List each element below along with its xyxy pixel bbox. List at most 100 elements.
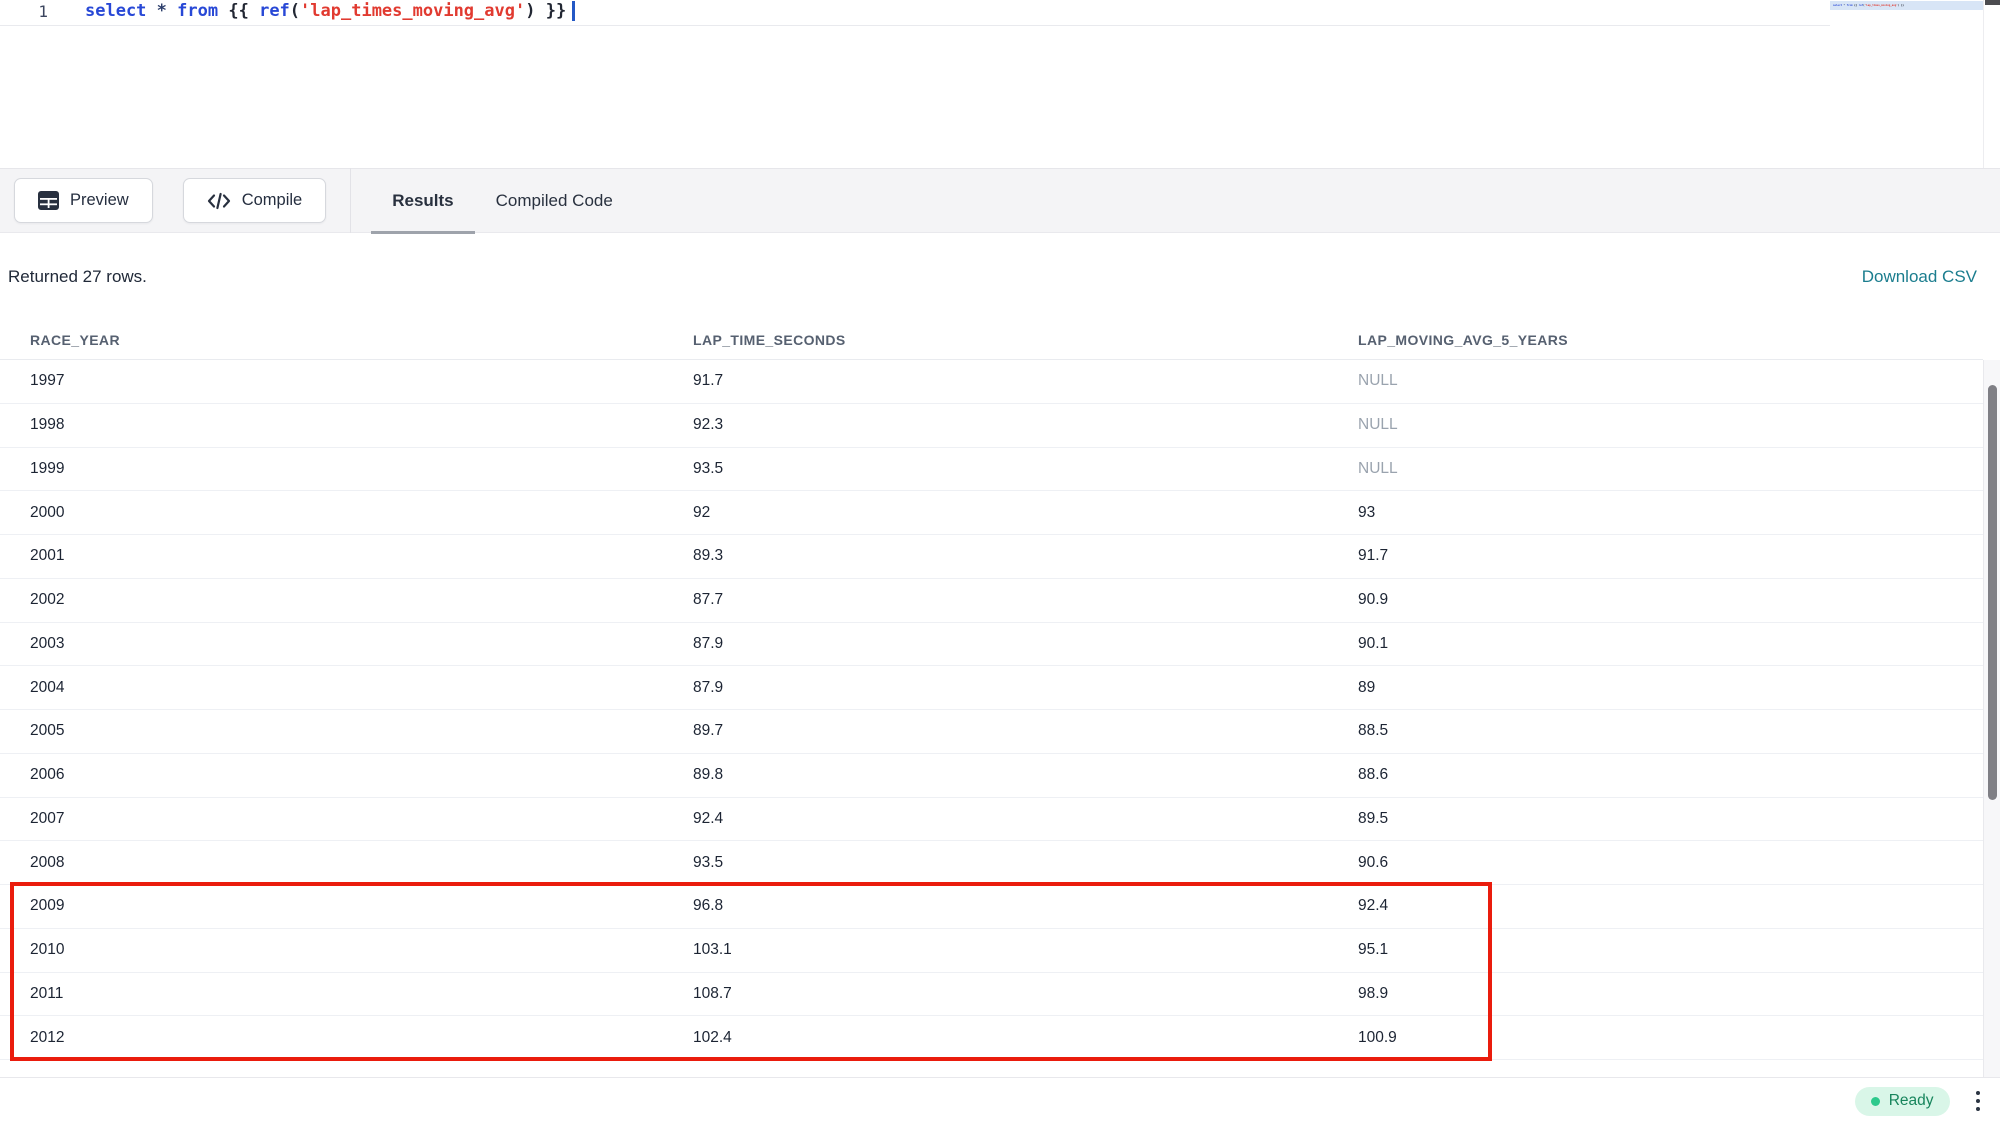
table-row: 2006 89.8 88.6 [0,754,1983,798]
cell-race-year: 2003 [0,635,663,653]
results-toolbar: Preview Compile Results Compiled Code [0,168,2000,233]
cell-lap-moving-avg: NULL [1328,372,1983,390]
cell-race-year: 2009 [0,897,663,915]
cell-race-year: 2011 [0,985,663,1003]
cell-lap-moving-avg: 90.6 [1328,854,1983,872]
status-bar: Ready [0,1077,2000,1124]
cell-lap-time-seconds: 102.4 [663,1029,1328,1047]
cell-lap-moving-avg: NULL [1328,460,1983,478]
tab-results-label: Results [392,191,453,211]
preview-button[interactable]: Preview [14,178,153,223]
table-row: 2004 87.9 89 [0,666,1983,710]
cell-lap-moving-avg: 89 [1328,679,1983,697]
cell-lap-moving-avg: 89.5 [1328,810,1983,828]
table-row: 1997 91.7 NULL [0,360,1983,404]
minimap-active-line: select * from {{ ref('lap_times_moving_a… [1830,1,1983,10]
tab-compiled-code-label: Compiled Code [496,191,613,211]
editor-right-border [1983,0,1984,168]
cell-lap-moving-avg: 90.1 [1328,635,1983,653]
code-content[interactable]: select * from {{ ref('lap_times_moving_a… [85,1,575,21]
cell-lap-time-seconds: 92.4 [663,810,1328,828]
editor-active-line[interactable]: 1 select * from {{ ref('lap_times_moving… [0,0,1830,26]
table-grid-icon [38,191,59,210]
editor-scrollbar-thumb[interactable] [1985,0,2000,5]
cell-lap-time-seconds: 108.7 [663,985,1328,1003]
cell-lap-time-seconds: 87.7 [663,591,1328,609]
table-row: 2010 103.1 95.1 [0,929,1983,973]
dbt-ide-screen: 1 select * from {{ ref('lap_times_moving… [0,0,2000,1124]
cell-lap-time-seconds: 91.7 [663,372,1328,390]
cell-lap-moving-avg: 93 [1328,504,1983,522]
line-number: 1 [0,2,48,21]
table-scrollbar-thumb[interactable] [1988,385,1997,800]
cell-lap-moving-avg: 100.9 [1328,1029,1983,1047]
cell-race-year: 2008 [0,854,663,872]
cell-race-year: 2002 [0,591,663,609]
cell-lap-time-seconds: 89.7 [663,722,1328,740]
editor-minimap[interactable]: select * from {{ ref('lap_times_moving_a… [1830,0,1983,168]
compile-button-label: Compile [242,191,303,210]
table-row: 2000 92 93 [0,491,1983,535]
cell-lap-moving-avg: 88.6 [1328,766,1983,784]
results-meta-bar: Returned 27 rows. Download CSV [0,234,2000,320]
cell-lap-time-seconds: 92 [663,504,1328,522]
status-badge: Ready [1855,1087,1950,1116]
cell-lap-moving-avg: 91.7 [1328,547,1983,565]
tab-results[interactable]: Results [371,168,474,233]
toolbar-divider [350,168,351,233]
text-cursor [572,1,575,21]
cell-lap-time-seconds: 96.8 [663,897,1328,915]
table-row: 1999 93.5 NULL [0,448,1983,492]
cell-lap-moving-avg: 98.9 [1328,985,1983,1003]
table-row: 2012 102.4 100.9 [0,1016,1983,1060]
cell-lap-moving-avg: 95.1 [1328,941,1983,959]
column-header-race-year: RACE_YEAR [0,332,663,348]
table-row: 2007 92.4 89.5 [0,798,1983,842]
cell-lap-moving-avg: 90.9 [1328,591,1983,609]
table-scrollbar-track[interactable] [1983,360,2000,1077]
column-header-lap-moving-avg: LAP_MOVING_AVG_5_YEARS [1328,332,1983,348]
cell-lap-time-seconds: 89.3 [663,547,1328,565]
status-badge-label: Ready [1889,1092,1934,1110]
cell-lap-time-seconds: 92.3 [663,416,1328,434]
download-csv-link[interactable]: Download CSV [1862,267,1977,287]
table-row: 2005 89.7 88.5 [0,710,1983,754]
cell-lap-moving-avg: 92.4 [1328,897,1983,915]
cell-race-year: 1999 [0,460,663,478]
sql-editor[interactable]: 1 select * from {{ ref('lap_times_moving… [0,0,2000,168]
table-row: 2002 87.7 90.9 [0,579,1983,623]
row-count-summary: Returned 27 rows. [8,267,147,287]
kebab-menu-icon[interactable] [1970,1087,1987,1116]
cell-race-year: 2006 [0,766,663,784]
cell-race-year: 2010 [0,941,663,959]
compile-button[interactable]: Compile [183,178,327,223]
table-row: 2009 96.8 92.4 [0,885,1983,929]
cell-race-year: 2004 [0,679,663,697]
table-row: 2008 93.5 90.6 [0,841,1983,885]
cell-lap-time-seconds: 103.1 [663,941,1328,959]
cell-race-year: 1997 [0,372,663,390]
preview-button-label: Preview [70,191,129,210]
code-brackets-icon [207,192,231,210]
cell-race-year: 2007 [0,810,663,828]
cell-race-year: 1998 [0,416,663,434]
table-row: 2001 89.3 91.7 [0,535,1983,579]
tab-compiled-code[interactable]: Compiled Code [475,168,634,233]
results-table-header: RACE_YEAR LAP_TIME_SECONDS LAP_MOVING_AV… [0,320,1983,360]
cell-race-year: 2001 [0,547,663,565]
results-table-body: 1997 91.7 NULL 1998 92.3 NULL 1999 93.5 … [0,360,1983,1060]
code-tokens: select * from {{ ref('lap_times_moving_a… [85,1,566,21]
results-table: RACE_YEAR LAP_TIME_SECONDS LAP_MOVING_AV… [0,320,2000,1077]
cell-lap-time-seconds: 93.5 [663,460,1328,478]
cell-lap-moving-avg: 88.5 [1328,722,1983,740]
cell-lap-time-seconds: 89.8 [663,766,1328,784]
cell-race-year: 2012 [0,1029,663,1047]
green-dot-icon [1871,1097,1880,1106]
minimap-code: select * from {{ ref('lap_times_moving_a… [1830,1,1983,10]
cell-race-year: 2000 [0,504,663,522]
column-header-lap-time-seconds: LAP_TIME_SECONDS [663,332,1328,348]
cell-race-year: 2005 [0,722,663,740]
cell-lap-time-seconds: 87.9 [663,679,1328,697]
table-row: 2003 87.9 90.1 [0,623,1983,667]
cell-lap-time-seconds: 87.9 [663,635,1328,653]
